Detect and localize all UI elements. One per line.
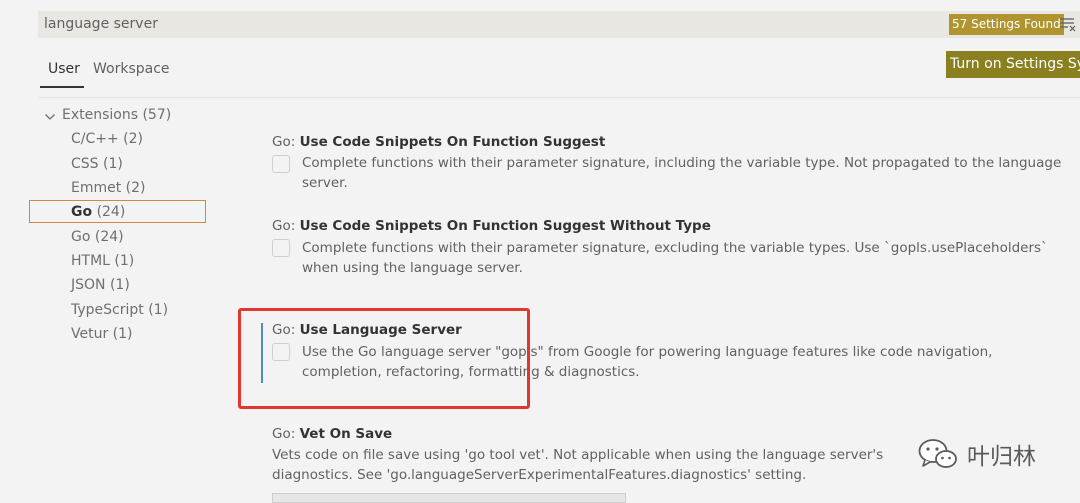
setting-category: Go: [272, 426, 296, 442]
filter-icon[interactable] [1059, 17, 1077, 32]
toc-item-cpp[interactable]: C/C++ (2) [71, 128, 143, 150]
setting-description: Complete functions with their parameter … [302, 155, 1062, 191]
toc-item-typescript[interactable]: TypeScript (1) [71, 299, 168, 321]
wechat-icon [918, 439, 957, 468]
setting-title: Go: Vet On Save [272, 426, 392, 442]
settings-search-bar: 57 Settings Found [38, 11, 1080, 38]
toc-item-vetur[interactable]: Vetur (1) [71, 323, 133, 345]
toc-item-go[interactable]: Go (24) [71, 226, 124, 248]
setting-name: Vet On Save [299, 426, 393, 442]
watermark-text: 叶归林 [967, 444, 1036, 470]
setting-description: Complete functions with their parameter … [302, 240, 1048, 276]
setting-name: Use Code Snippets On Function Suggest Wi… [299, 218, 711, 234]
toc-item-emmet[interactable]: Emmet (2) [71, 177, 146, 199]
turn-on-settings-sync-button[interactable]: Turn on Settings Sync [946, 51, 1080, 78]
setting-checkbox[interactable] [272, 239, 290, 257]
setting-title: Go: Use Code Snippets On Function Sugges… [272, 134, 605, 150]
chevron-down-icon[interactable] [44, 111, 56, 123]
toc-item-go-name: Go [71, 204, 93, 220]
toc-item-extensions[interactable]: Extensions (57) [62, 104, 171, 126]
setting-category: Go: [272, 218, 296, 234]
toc-item-css[interactable]: CSS (1) [71, 153, 123, 175]
watermark: 叶归林 [917, 437, 1036, 471]
toc-item-go-selected[interactable]: Go (24) [71, 201, 125, 223]
setting-description: Vets code on file save using 'go tool ve… [272, 447, 884, 483]
toc-item-html[interactable]: HTML (1) [71, 250, 134, 272]
settings-search-input[interactable] [44, 11, 924, 38]
setting-checkbox[interactable] [272, 155, 290, 173]
tab-user[interactable]: User [40, 57, 88, 81]
tabs-divider [38, 97, 1080, 98]
setting-dropdown[interactable] [272, 493, 626, 503]
tab-workspace[interactable]: Workspace [93, 57, 170, 81]
annotation-highlight-box [238, 308, 530, 409]
tab-user-underline [40, 86, 84, 88]
toc-item-json[interactable]: JSON (1) [71, 274, 130, 296]
toc-item-go-count: (24) [96, 204, 126, 220]
setting-category: Go: [272, 134, 296, 150]
settings-found-badge: 57 Settings Found [949, 14, 1064, 35]
setting-name: Use Code Snippets On Function Suggest [299, 134, 606, 150]
setting-title: Go: Use Code Snippets On Function Sugges… [272, 218, 711, 234]
